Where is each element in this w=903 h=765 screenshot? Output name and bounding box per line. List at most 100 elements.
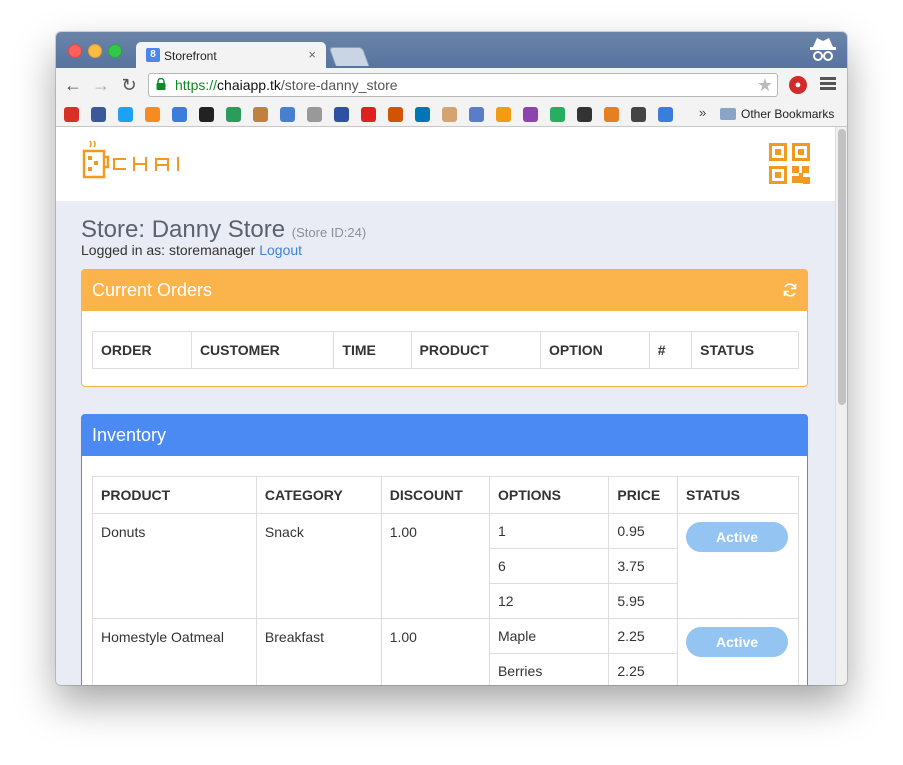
inventory-option-price: 3.75 xyxy=(608,548,679,584)
inventory-option-price: 2.25 xyxy=(608,653,679,685)
inventory-product-cell: Donuts xyxy=(92,513,257,619)
yin-yang-icon[interactable] xyxy=(199,107,214,122)
folder-icon xyxy=(720,108,736,120)
minimize-window-button[interactable] xyxy=(88,44,102,58)
store-id: (Store ID:24) xyxy=(291,225,367,240)
dots-icon[interactable] xyxy=(280,107,295,122)
orders-col-customer: CUSTOMER xyxy=(190,331,335,369)
cloud-icon[interactable] xyxy=(172,107,187,122)
inventory-product-cell: Homestyle Oatmeal xyxy=(92,618,257,685)
table-row: Donuts Snack 1.00 1 0.95 Active xyxy=(92,513,799,619)
zoom-window-button[interactable] xyxy=(108,44,122,58)
status-active-button[interactable]: Active xyxy=(686,627,789,657)
inventory-option-name: Berries xyxy=(488,653,610,685)
orders-col-option: OPTION xyxy=(540,331,650,369)
refresh-icon[interactable] xyxy=(782,282,798,298)
inventory-status-cell: Active xyxy=(677,513,799,619)
page-scrollbar[interactable] xyxy=(835,127,847,685)
k-icon[interactable] xyxy=(577,107,592,122)
url-text: https://chaiapp.tk/store-danny_store xyxy=(175,77,398,93)
tab-storefront[interactable]: 8 Storefront × xyxy=(136,42,326,68)
inventory-option-name: 6 xyxy=(488,548,610,584)
new-tab-button[interactable] xyxy=(328,47,370,66)
puzzle-icon[interactable] xyxy=(550,107,565,122)
inventory-header: Inventory xyxy=(82,415,807,456)
youtube-icon[interactable] xyxy=(361,107,376,122)
tab-title: Storefront xyxy=(164,49,217,63)
forward-button[interactable]: → xyxy=(90,74,112,96)
google-favicon-icon: 8 xyxy=(146,48,160,62)
crunchyroll-icon[interactable] xyxy=(145,107,160,122)
logout-link[interactable]: Logout xyxy=(259,242,302,258)
inventory-discount-cell: 1.00 xyxy=(380,513,490,619)
orders-col-order: ORDER xyxy=(92,331,192,369)
bookmarks-bar: » Other Bookmarks xyxy=(56,102,847,127)
inventory-table: PRODUCT CATEGORY DISCOUNT OPTIONS PRICE STATU… xyxy=(92,476,799,685)
mal-icon[interactable] xyxy=(334,107,349,122)
drive-icon[interactable] xyxy=(226,107,241,122)
scrollbar-thumb[interactable] xyxy=(838,129,846,405)
close-window-button[interactable] xyxy=(68,44,82,58)
inventory-option-name: 12 xyxy=(488,583,610,619)
inventory-col-product: PRODUCT xyxy=(92,476,257,514)
orders-col-time: TIME xyxy=(333,331,412,369)
lock-icon xyxy=(156,78,166,90)
inventory-option-price: 2.25 xyxy=(608,618,679,654)
inventory-category-cell: Breakfast xyxy=(255,618,382,685)
pixel-face-icon[interactable] xyxy=(604,107,619,122)
extension-icon[interactable]: ● xyxy=(789,76,807,94)
reload-button[interactable]: ↻ xyxy=(118,74,140,96)
tab-close-icon[interactable]: × xyxy=(308,47,316,62)
stack-icon[interactable] xyxy=(307,107,322,122)
login-status: Logged in as: storemanager Logout xyxy=(81,242,302,258)
current-orders-header: Current Orders xyxy=(82,270,807,311)
chrome-icon[interactable] xyxy=(496,107,511,122)
inventory-col-category: CATEGORY xyxy=(255,476,382,514)
orders-col-count: # xyxy=(648,331,693,369)
inventory-col-discount: DISCOUNT xyxy=(380,476,490,514)
orders-col-status: STATUS xyxy=(691,331,799,369)
address-bar[interactable]: https://chaiapp.tk/store-danny_store ★ xyxy=(148,73,778,97)
tab-bar: 8 Storefront × xyxy=(56,32,847,68)
back-button[interactable]: ← xyxy=(62,74,84,96)
qr-code-icon[interactable] xyxy=(769,143,810,184)
inventory-category-cell: Snack xyxy=(255,513,382,619)
orders-header-row: ORDER CUSTOMER TIME PRODUCT OPTION # STATUS xyxy=(92,331,799,369)
pe-icon[interactable] xyxy=(388,107,403,122)
linkedin-icon[interactable] xyxy=(415,107,430,122)
gmail-icon[interactable] xyxy=(64,107,79,122)
avatar-icon[interactable] xyxy=(253,107,268,122)
peace-icon[interactable] xyxy=(523,107,538,122)
app-header xyxy=(56,127,835,201)
chai-logo xyxy=(82,140,179,179)
page-content: Store: Danny Store (Store ID:24) Logged … xyxy=(56,127,835,685)
inventory-col-options: OPTIONS xyxy=(488,476,610,514)
info-icon[interactable] xyxy=(658,107,673,122)
globe-icon[interactable] xyxy=(469,107,484,122)
other-bookmarks-link[interactable]: Other Bookmarks xyxy=(741,107,834,121)
chrome-menu-icon[interactable] xyxy=(820,75,836,93)
status-active-button[interactable]: Active xyxy=(686,522,789,552)
tv-icon[interactable] xyxy=(631,107,646,122)
orders-table: ORDER CUSTOMER TIME PRODUCT OPTION # STATUS xyxy=(92,331,799,369)
orders-col-product: PRODUCT xyxy=(410,331,542,369)
inventory-col-price: PRICE xyxy=(608,476,679,514)
facebook-icon[interactable] xyxy=(91,107,106,122)
current-orders-panel: Current Orders ORDER CUSTOMER TIME PRODUCT O… xyxy=(81,269,808,387)
table-row: Homestyle Oatmeal Breakfast 1.00 Maple 2.25 A… xyxy=(92,618,799,685)
browser-window: 8 Storefront × ← → ↻ https://chaiapp.tk/… xyxy=(56,32,847,685)
inventory-discount-cell: 1.00 xyxy=(380,618,490,685)
browser-toolbar: ← → ↻ https://chaiapp.tk/store-danny_sto… xyxy=(56,68,847,103)
bookmarks-overflow-icon[interactable]: » xyxy=(699,105,706,120)
twitter-icon[interactable] xyxy=(118,107,133,122)
incognito-icon xyxy=(810,38,836,61)
inventory-option-name: 1 xyxy=(488,513,610,549)
current-orders-title: Current Orders xyxy=(92,280,213,300)
thumbs-up-icon[interactable] xyxy=(442,107,457,122)
inventory-title: Inventory xyxy=(92,425,167,445)
logged-in-label: Logged in as: storemanager xyxy=(81,242,256,258)
bookmark-star-icon[interactable]: ★ xyxy=(757,75,773,96)
inventory-col-status: STATUS xyxy=(677,476,799,514)
page-title: Store: Danny Store (Store ID:24) xyxy=(81,216,366,244)
inventory-status-cell: Active xyxy=(677,618,799,685)
